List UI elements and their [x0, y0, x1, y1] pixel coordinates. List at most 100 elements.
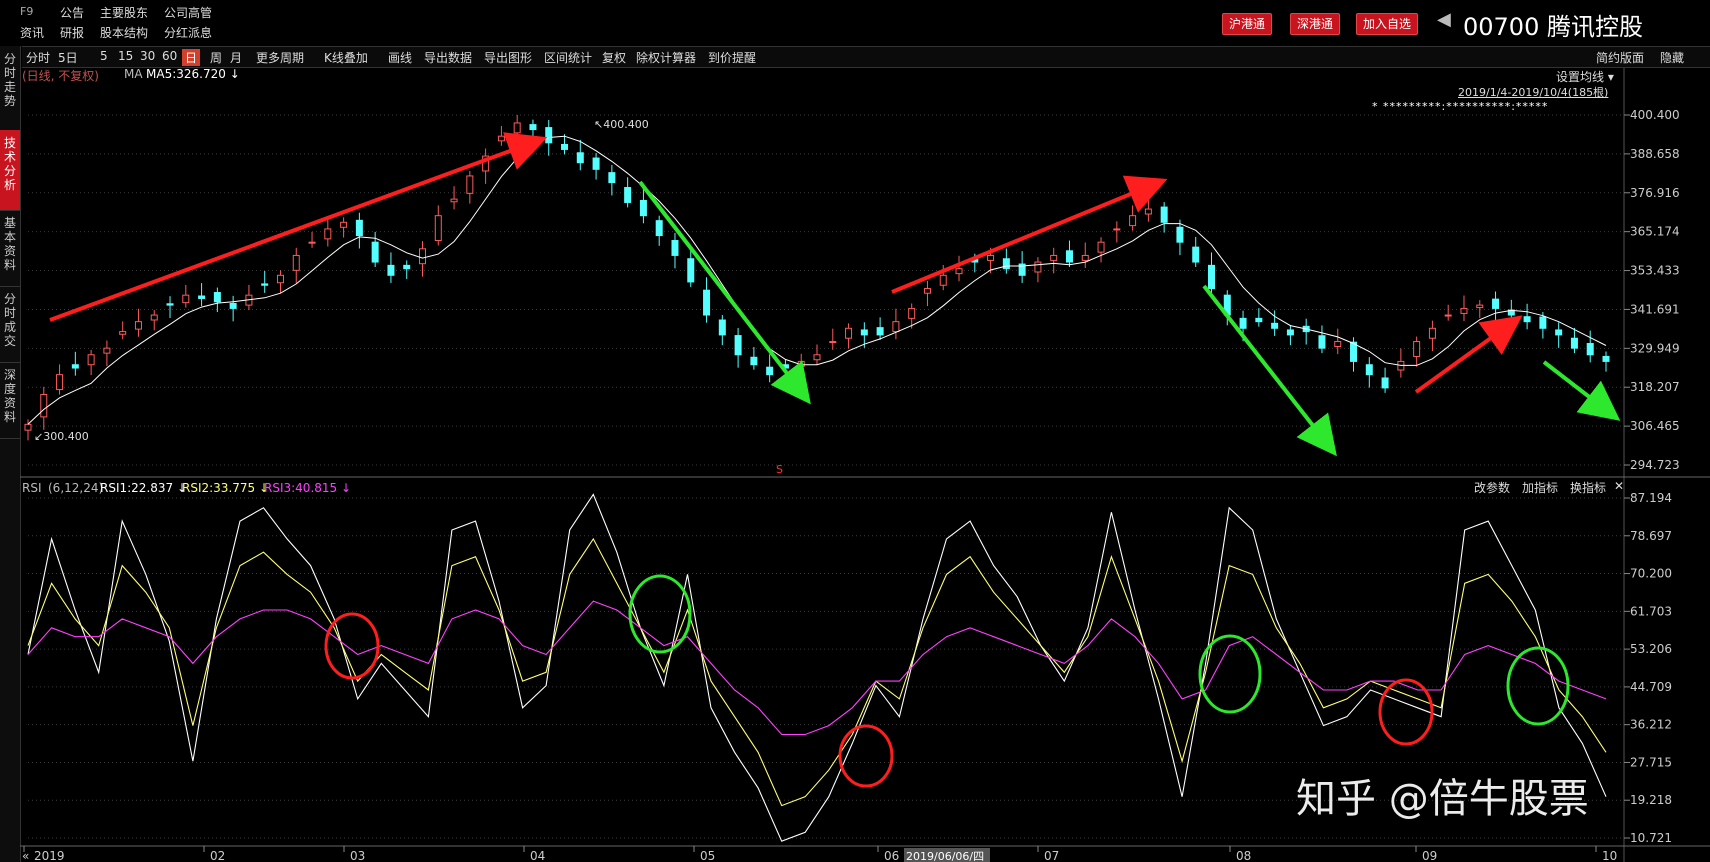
x-tick-label: 06 — [884, 849, 899, 862]
candlestick-series — [24, 115, 1610, 441]
crosshair-date-label: 2019/06/06/四 — [906, 850, 984, 862]
candle-body — [845, 327, 853, 339]
candle-body — [1255, 317, 1263, 323]
rsi2-value: RSI2:33.775 ↓ — [182, 481, 269, 495]
x-axis-prefix: « — [22, 849, 29, 862]
x-tick-label: 08 — [1236, 849, 1251, 862]
candle-body — [734, 335, 742, 356]
rsi-tick-label: 27.715 — [1630, 755, 1672, 769]
candle-body — [1428, 327, 1436, 339]
candle-body — [529, 124, 537, 131]
candle-body — [576, 152, 584, 164]
candle-body — [1602, 355, 1610, 362]
candle-body — [718, 319, 726, 336]
candle-body — [987, 254, 995, 261]
candle-body — [371, 241, 379, 263]
switch-indicator-button[interactable]: 换指标 — [1570, 479, 1606, 496]
rsi-tick-label: 53.206 — [1630, 642, 1672, 656]
candle-body — [434, 215, 442, 242]
candle-body — [545, 127, 553, 144]
trend-arrow-green — [1542, 360, 1621, 421]
signal-circle-green — [1506, 646, 1570, 726]
rsi-name: RSI — [22, 481, 42, 495]
rsi-tick-label: 44.709 — [1630, 680, 1672, 694]
close-icon[interactable]: ✕ — [1614, 479, 1624, 493]
candle-body — [1286, 329, 1294, 336]
candle-body — [1176, 226, 1184, 243]
candle-body — [497, 135, 505, 142]
stars-marker: * *********:**********:***** — [1372, 100, 1549, 113]
candle-body — [261, 283, 269, 286]
candle-body — [923, 288, 931, 294]
candle-body — [908, 307, 916, 319]
signal-circle-green — [628, 574, 692, 654]
down-arrow-icon: ↓ — [341, 481, 352, 495]
candle-body — [166, 303, 174, 306]
x-tick-label: 02 — [210, 849, 225, 862]
x-axis: 2019 02 03 04 05 06 07 08 09 10 « 2019/06/06/四 — [22, 846, 1617, 862]
candle-body — [513, 122, 521, 134]
price-tick-label: 353.433 — [1630, 264, 1680, 278]
rsi-tick-label: 78.697 — [1630, 529, 1672, 543]
candle-body — [1050, 254, 1058, 261]
candle-body — [450, 198, 458, 203]
x-tick-label: 10 — [1602, 849, 1617, 862]
price-tick-label: 388.658 — [1630, 147, 1680, 161]
candle-body — [40, 394, 48, 418]
candle-body — [355, 219, 363, 237]
ma-settings-button[interactable]: 设置均线 ▾ — [1556, 68, 1614, 85]
candle-body — [1413, 341, 1421, 357]
signal-circle-green — [1198, 634, 1262, 714]
price-tick-label: 376.916 — [1630, 186, 1680, 200]
candle-body — [134, 321, 142, 330]
candle-body — [1144, 208, 1152, 215]
chart-canvas[interactable]: 400.400 388.658 376.916 365.174 353.433 341.6… — [0, 0, 1710, 862]
x-tick-label: 09 — [1422, 849, 1437, 862]
rsi3-text: RSI3:40.815 — [264, 481, 338, 495]
candle-body — [1271, 322, 1279, 329]
low-price-value: 300.400 — [43, 430, 89, 443]
high-price-label: ↖400.400 — [594, 118, 649, 131]
rsi-tick-label: 19.218 — [1630, 793, 1672, 807]
price-tick-label: 318.207 — [1630, 380, 1680, 394]
x-tick-label: 07 — [1044, 849, 1059, 862]
candle-body — [1002, 258, 1010, 270]
ma5-value: MA5:326.720 ↓ — [146, 67, 240, 81]
candle-body — [56, 374, 64, 391]
rsi-tick-label: 10.721 — [1630, 831, 1672, 845]
candle-body — [387, 264, 395, 276]
candle-body — [1081, 254, 1089, 261]
high-price-value: 400.400 — [603, 118, 649, 131]
change-params-button[interactable]: 改参数 — [1474, 479, 1510, 496]
candle-body — [292, 254, 300, 271]
candle-body — [561, 143, 569, 150]
candle-body — [876, 327, 884, 336]
candle-body — [308, 241, 316, 244]
candle-body — [813, 354, 821, 361]
ma-indicator-name: MA — [124, 67, 143, 81]
candle-body — [860, 329, 868, 336]
add-indicator-button[interactable]: 加指标 — [1522, 479, 1558, 496]
candle-body — [103, 347, 111, 354]
annotations — [49, 132, 1621, 788]
rsi1-value: RSI1:22.837 ↓ — [100, 481, 187, 495]
rsi-line-rsi3 — [27, 600, 1607, 736]
candle-body — [829, 341, 837, 344]
candle-body — [608, 172, 616, 184]
candle-body — [1460, 307, 1468, 314]
candle-body — [71, 364, 79, 369]
ma5-text: MA5:326.720 — [146, 67, 226, 81]
candle-body — [1097, 241, 1105, 253]
candle-body — [1129, 215, 1137, 227]
candle-body — [198, 295, 206, 299]
rsi-tick-label: 61.703 — [1630, 604, 1672, 618]
candle-body — [1034, 261, 1042, 273]
candle-body — [1476, 304, 1484, 309]
trend-arrow-red — [891, 175, 1168, 294]
candle-body — [1539, 316, 1547, 329]
signal-circle-red — [1378, 678, 1434, 746]
candle-body — [276, 274, 284, 284]
candle-body — [24, 423, 32, 431]
price-tick-label: 365.174 — [1630, 225, 1680, 239]
candle-body — [466, 175, 474, 194]
